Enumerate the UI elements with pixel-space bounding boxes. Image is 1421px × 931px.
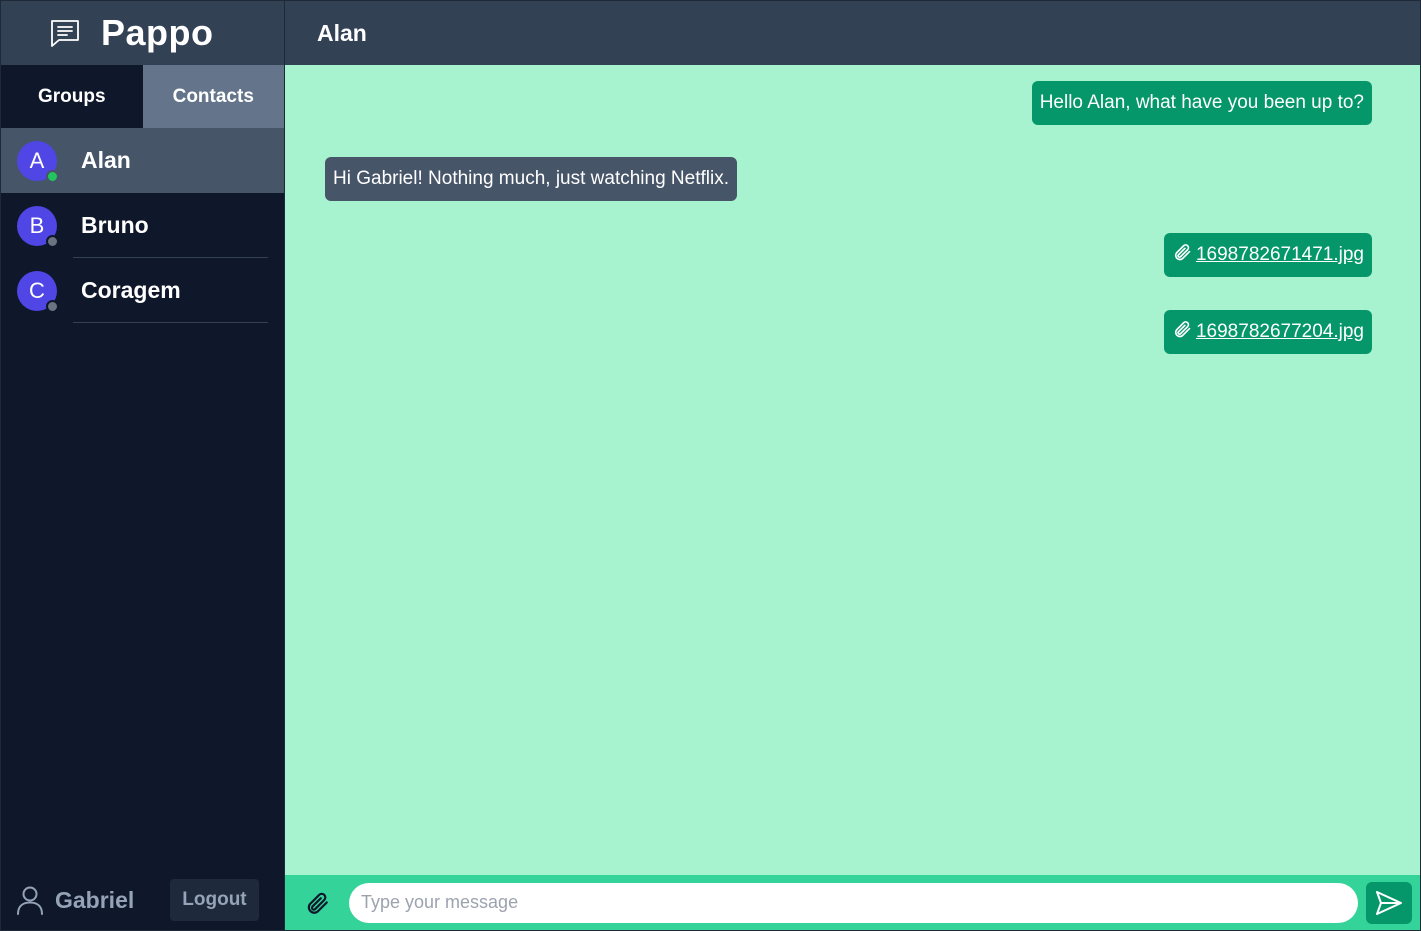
- app-window: Pappo Groups Contacts A Alan B Bruno C C…: [0, 0, 1421, 931]
- contact-item-bruno[interactable]: B Bruno: [1, 193, 284, 258]
- contact-name: Coragem: [81, 277, 181, 303]
- message-outgoing: Hello Alan, what have you been up to?: [1031, 81, 1372, 125]
- contact-item-alan[interactable]: A Alan: [1, 128, 284, 193]
- message-input[interactable]: [349, 882, 1358, 923]
- avatar: C: [17, 270, 59, 313]
- message-text: Hello Alan, what have you been up to?: [1039, 92, 1364, 113]
- chat-header: Alan: [285, 1, 1420, 65]
- message-list: Hello Alan, what have you been up to? Hi…: [285, 65, 1420, 875]
- message-incoming: Hi Gabriel! Nothing much, just watching …: [325, 157, 737, 201]
- sidebar: Pappo Groups Contacts A Alan B Bruno C C…: [1, 1, 285, 930]
- contact-list: A Alan B Bruno C Coragem: [1, 128, 284, 323]
- paperclip-icon: [307, 892, 328, 914]
- paperclip-icon: [1172, 319, 1192, 345]
- chat-title: Alan: [317, 19, 367, 46]
- contact-name: Bruno: [81, 212, 149, 238]
- online-status-indicator: [46, 169, 59, 183]
- offline-status-indicator: [46, 299, 59, 313]
- contact-item-coragem[interactable]: C Coragem: [1, 258, 284, 323]
- send-icon: [1376, 890, 1402, 915]
- avatar-initial: C: [29, 277, 45, 303]
- sidebar-footer: Gabriel Logout: [1, 870, 284, 930]
- attach-file-button[interactable]: [301, 887, 333, 919]
- current-username: Gabriel: [55, 886, 135, 913]
- attachment-filename: 1698782671471.jpg: [1195, 244, 1364, 265]
- brand-name: Pappo: [101, 12, 214, 53]
- divider: [73, 322, 268, 323]
- avatar: B: [17, 205, 59, 248]
- send-button[interactable]: [1366, 881, 1412, 924]
- message-composer: [285, 875, 1420, 930]
- message-attachment: 1698782677204.jpg: [1163, 310, 1372, 354]
- paperclip-icon: [1172, 242, 1192, 268]
- attachment-filename: 1698782677204.jpg: [1195, 321, 1364, 342]
- logout-button[interactable]: Logout: [170, 879, 259, 921]
- avatar-initial: A: [29, 147, 45, 173]
- message-attachment: 1698782671471.jpg: [1163, 233, 1372, 277]
- sidebar-tabs: Groups Contacts: [1, 65, 284, 128]
- chat-panel: Alan Hello Alan, what have you been up t…: [285, 1, 1420, 930]
- chat-bubble-icon: [49, 17, 81, 49]
- tab-groups[interactable]: Groups: [1, 65, 143, 128]
- attachment-link[interactable]: 1698782671471.jpg: [1172, 242, 1364, 268]
- tab-contacts[interactable]: Contacts: [142, 65, 284, 128]
- avatar-initial: B: [29, 212, 45, 238]
- attachment-link[interactable]: 1698782677204.jpg: [1172, 319, 1364, 345]
- avatar: A: [17, 140, 59, 183]
- offline-status-indicator: [46, 234, 59, 248]
- user-icon: [15, 885, 45, 915]
- message-text: Hi Gabriel! Nothing much, just watching …: [333, 168, 729, 189]
- brand-header: Pappo: [1, 1, 284, 65]
- contact-name: Alan: [81, 147, 131, 173]
